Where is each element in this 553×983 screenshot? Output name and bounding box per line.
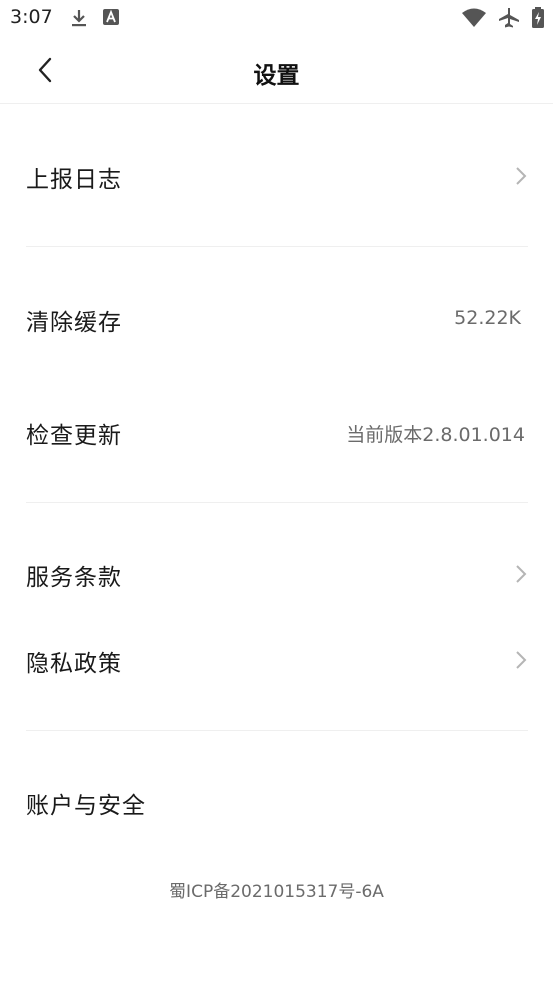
clear-cache-label: 清除缓存 — [26, 310, 122, 336]
divider — [26, 730, 528, 731]
divider — [26, 246, 528, 247]
report-log-row[interactable]: 上报日志 — [0, 146, 553, 206]
check-update-label: 检查更新 — [26, 423, 122, 449]
icp-license-text: 蜀ICP备2021015317号-6A — [169, 882, 384, 902]
page-title: 设置 — [253, 63, 300, 89]
privacy-policy-label: 隐私政策 — [26, 651, 122, 677]
clear-cache-row[interactable]: 清除缓存 52.22K — [0, 289, 553, 349]
status-left-icons — [70, 8, 120, 28]
cache-size-value: 52.22K — [454, 307, 521, 329]
status-right-icons — [461, 7, 545, 29]
terms-of-service-row[interactable]: 服务条款 — [0, 544, 553, 604]
version-value: 当前版本2.8.01.014 — [346, 424, 525, 446]
chevron-right-icon — [515, 650, 527, 674]
wifi-icon — [461, 8, 487, 28]
divider — [26, 502, 528, 503]
battery-charging-icon — [531, 7, 545, 29]
download-icon — [70, 8, 88, 28]
navigation-bar: 设置 — [0, 38, 553, 104]
airplane-icon — [497, 7, 521, 29]
font-a-icon — [102, 8, 120, 28]
report-log-label: 上报日志 — [26, 167, 122, 193]
status-bar: 3:07 — [0, 0, 553, 38]
chevron-right-icon — [515, 564, 527, 588]
status-time: 3:07 — [10, 6, 53, 28]
terms-of-service-label: 服务条款 — [26, 565, 122, 591]
account-security-row[interactable]: 账户与安全 — [0, 772, 553, 832]
check-update-row[interactable]: 检查更新 当前版本2.8.01.014 — [0, 402, 553, 462]
privacy-policy-row[interactable]: 隐私政策 — [0, 630, 553, 690]
account-security-label: 账户与安全 — [26, 793, 146, 819]
chevron-right-icon — [515, 166, 527, 190]
